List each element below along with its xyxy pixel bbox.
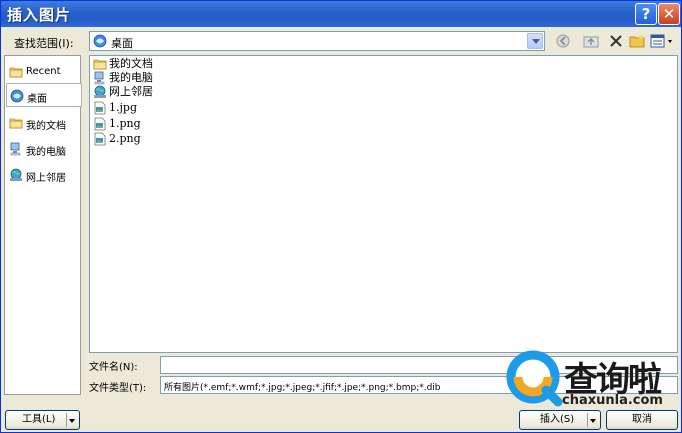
- place-recent[interactable]: Recent: [6, 60, 79, 84]
- lookin-dropdown[interactable]: 桌面: [89, 31, 545, 51]
- back-icon[interactable]: [554, 32, 572, 50]
- insert-divider: [587, 413, 588, 427]
- computer-icon: [9, 142, 23, 156]
- file-list[interactable]: 我的文档 我的电脑 网上邻居 1.jpg 1.png 2.png: [89, 55, 678, 353]
- place-label: 桌面: [27, 94, 47, 105]
- tools-button[interactable]: 工具(L): [5, 410, 80, 430]
- desktop-icon: [93, 34, 107, 48]
- place-my-documents[interactable]: 我的文档: [6, 111, 79, 135]
- image-file-icon: [93, 132, 107, 146]
- image-file-icon: [93, 101, 107, 115]
- computer-icon: [93, 71, 107, 85]
- filetype-value: 所有图片(*.emf;*.wmf;*.jpg;*.jpeg;*.jfif;*.j…: [164, 383, 441, 393]
- place-network[interactable]: 网上邻居: [6, 163, 79, 187]
- lookin-label: 查找范围(I):: [14, 37, 74, 50]
- file-name: 我的文档: [109, 57, 153, 70]
- folder-icon: [9, 116, 23, 130]
- close-icon: ✕: [662, 5, 676, 23]
- insert-label: 插入(S): [540, 414, 575, 425]
- lookin-value: 桌面: [111, 37, 133, 50]
- chevron-down-icon[interactable]: [527, 33, 543, 49]
- up-folder-icon[interactable]: [582, 32, 600, 50]
- insert-picture-dialog: 插入图片 ? ✕ 查找范围(I): 桌面 Recent 桌面 我的文档 我的电脑…: [0, 0, 682, 433]
- window-title: 插入图片: [7, 6, 72, 24]
- place-my-computer[interactable]: 我的电脑: [6, 137, 79, 161]
- help-button[interactable]: ?: [635, 3, 657, 25]
- place-label: 我的电脑: [26, 147, 66, 158]
- folder-icon: [9, 65, 23, 79]
- file-name: 我的电脑: [109, 71, 153, 84]
- file-name: 2.png: [109, 132, 141, 145]
- place-label: 网上邻居: [26, 173, 66, 184]
- chevron-down-icon: [69, 419, 75, 423]
- chevron-down-icon: [590, 419, 596, 423]
- cancel-button[interactable]: 取消: [606, 410, 678, 430]
- close-button[interactable]: ✕: [658, 3, 680, 25]
- file-name: 1.jpg: [109, 101, 137, 114]
- watermark-domain: chaxunla.com: [562, 393, 663, 408]
- filetype-label: 文件类型(T):: [89, 383, 147, 394]
- file-name: 1.png: [109, 117, 141, 130]
- filename-label: 文件名(N):: [89, 362, 138, 373]
- network-icon: [93, 85, 107, 99]
- network-icon: [9, 168, 23, 182]
- site-watermark: 查询啦 chaxunla.com: [506, 346, 681, 411]
- place-desktop[interactable]: 桌面: [6, 83, 82, 107]
- views-menu-icon[interactable]: [649, 32, 675, 50]
- help-icon: ?: [641, 5, 651, 23]
- file-name: 网上邻居: [109, 85, 153, 98]
- tools-divider: [66, 413, 67, 427]
- folder-icon: [93, 57, 107, 71]
- new-folder-icon[interactable]: [628, 32, 646, 50]
- insert-button[interactable]: 插入(S): [519, 410, 601, 430]
- image-file-icon: [93, 117, 107, 131]
- tools-label: 工具(L): [22, 414, 56, 425]
- place-label: 我的文档: [26, 121, 66, 132]
- delete-icon[interactable]: [607, 32, 625, 50]
- place-label: Recent: [26, 66, 61, 77]
- magnifier-logo-icon: [506, 350, 563, 407]
- desktop-icon: [10, 89, 24, 103]
- cancel-label: 取消: [632, 414, 652, 425]
- places-bar: Recent 桌面 我的文档 我的电脑 网上邻居: [4, 55, 82, 395]
- title-bar[interactable]: 插入图片 ? ✕: [1, 1, 681, 27]
